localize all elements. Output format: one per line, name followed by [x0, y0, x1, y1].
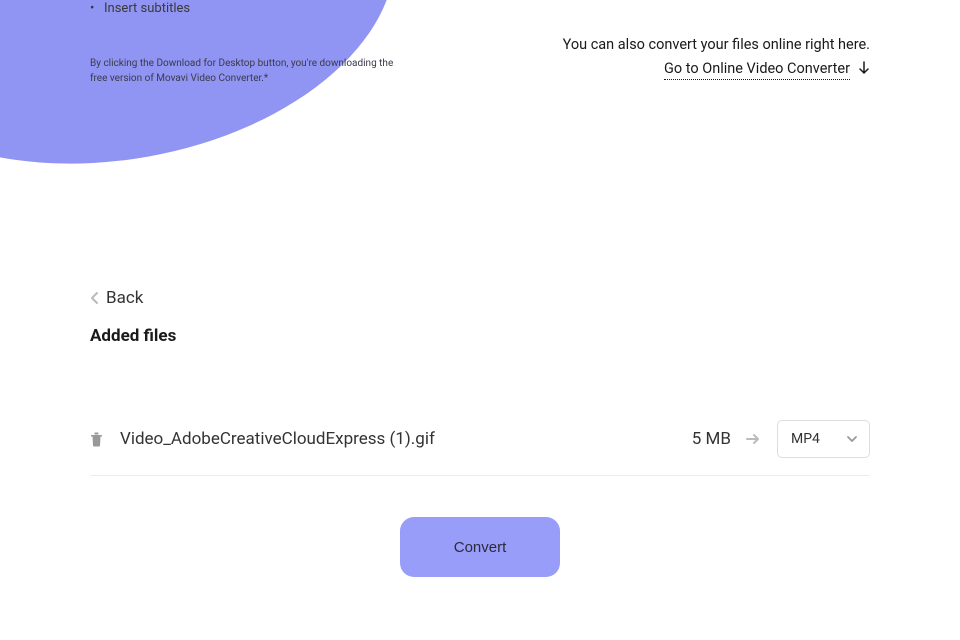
file-name: Video_AdobeCreativeCloudExpress (1).gif [120, 429, 692, 449]
feature-bullet: Insert subtitles [90, 0, 400, 18]
added-files-title: Added files [90, 326, 870, 346]
trash-icon[interactable] [90, 432, 103, 447]
online-info-text: You can also convert your files online r… [563, 36, 870, 53]
chevron-down-icon [846, 435, 858, 443]
disclaimer-text: By clicking the Download for Desktop but… [90, 56, 400, 86]
online-converter-link[interactable]: Go to Online Video Converter [664, 60, 850, 80]
online-convert-info: You can also convert your files online r… [563, 36, 870, 80]
convert-button[interactable]: Convert [400, 517, 560, 577]
back-button[interactable]: Back [90, 288, 143, 308]
file-size: 5 MB [692, 429, 731, 449]
arrow-down-icon [858, 61, 870, 79]
hero-content: Insert subtitles By clicking the Downloa… [90, 0, 400, 86]
back-label: Back [106, 288, 143, 308]
arrow-right-icon [746, 433, 760, 445]
files-section: Back Added files Video_AdobeCreativeClou… [90, 288, 870, 476]
format-value: MP4 [791, 431, 820, 447]
file-row: Video_AdobeCreativeCloudExpress (1).gif … [90, 420, 870, 476]
chevron-left-icon [90, 291, 100, 305]
online-link-row: Go to Online Video Converter [664, 60, 870, 80]
format-select[interactable]: MP4 [777, 420, 870, 458]
